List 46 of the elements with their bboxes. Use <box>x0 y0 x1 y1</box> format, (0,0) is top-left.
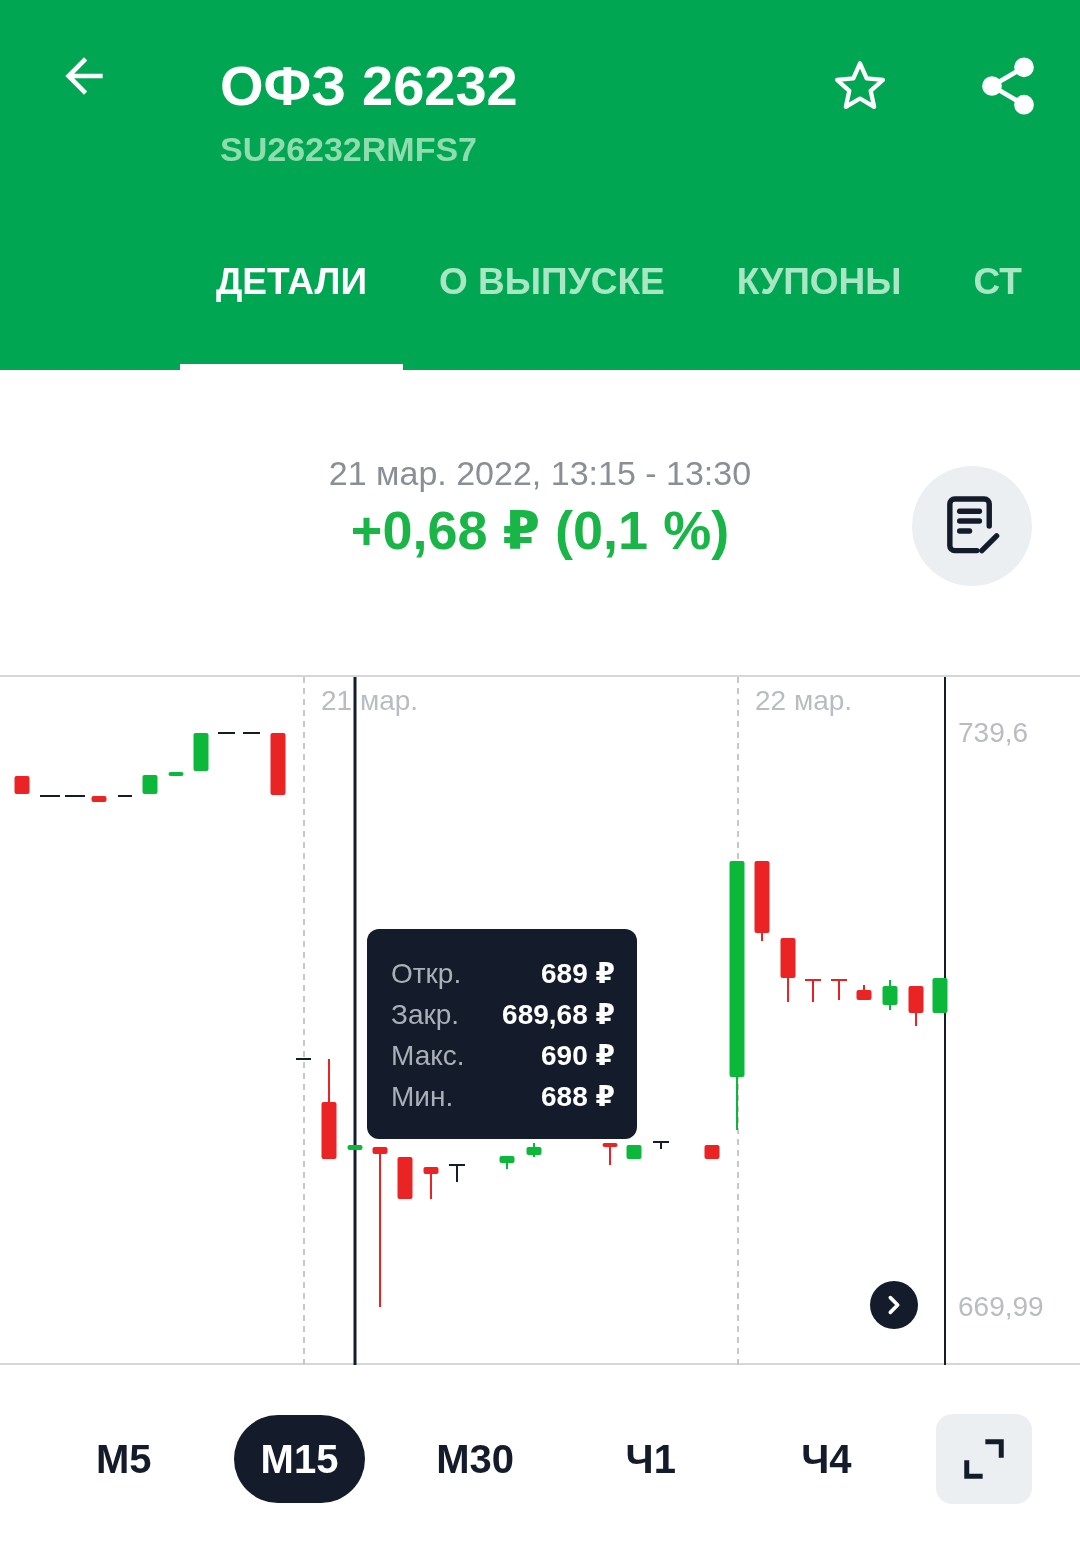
candle <box>780 937 796 1003</box>
price-change: +0,68 ₽ (0,1 %) <box>350 498 730 562</box>
candle <box>804 979 822 1003</box>
candle <box>626 1144 642 1160</box>
candle <box>908 985 924 1027</box>
timeframe-button[interactable]: М5 <box>58 1415 190 1503</box>
candle <box>91 795 107 803</box>
candle <box>856 984 872 1001</box>
candle <box>830 979 848 1001</box>
fullscreen-button[interactable] <box>936 1414 1033 1504</box>
candle <box>397 1156 413 1200</box>
candle <box>932 977 948 1014</box>
timeframe-button[interactable]: М30 <box>409 1415 541 1503</box>
candle <box>347 1144 363 1151</box>
candle <box>193 732 209 772</box>
candle <box>652 1141 670 1150</box>
tooltip-value: 689 ₽ <box>540 957 615 991</box>
period-text: 21 мар. 2022, 13:15 - 13:30 <box>328 453 752 493</box>
candle <box>142 774 158 795</box>
bond-title: ОФЗ 26232 <box>220 53 519 119</box>
price-label: 739,6 <box>958 717 1029 749</box>
tooltip-value: 688 ₽ <box>540 1080 615 1114</box>
candle <box>602 1142 618 1166</box>
candle <box>14 775 30 795</box>
price-label: 669,99 <box>958 1291 1044 1323</box>
candle <box>270 732 286 796</box>
tooltip-label: Закр. <box>391 998 461 1032</box>
candle <box>423 1166 439 1200</box>
tooltip-value: 690 ₽ <box>540 1039 615 1073</box>
tooltip-value: 689,68 ₽ <box>501 998 615 1032</box>
candle <box>499 1155 515 1170</box>
candle <box>882 979 898 1011</box>
date-label: 21 мар. <box>321 685 419 717</box>
timeframe-button[interactable]: М15 <box>233 1415 366 1503</box>
tooltip-label: Откр. <box>391 957 463 991</box>
tooltip-label: Мин. <box>391 1080 455 1114</box>
date-label: 22 мар. <box>755 685 853 717</box>
candle <box>448 1164 466 1183</box>
bond-isin: SU26232RMFS7 <box>220 130 478 169</box>
candle <box>526 1142 542 1158</box>
tooltip-label: Макс. <box>391 1039 465 1073</box>
candle <box>704 1144 720 1160</box>
scroll-right-button[interactable] <box>870 1281 918 1329</box>
timeframe-button[interactable]: Ч1 <box>584 1415 717 1503</box>
candle <box>168 771 184 776</box>
timeframe-button[interactable]: Ч4 <box>760 1415 893 1503</box>
